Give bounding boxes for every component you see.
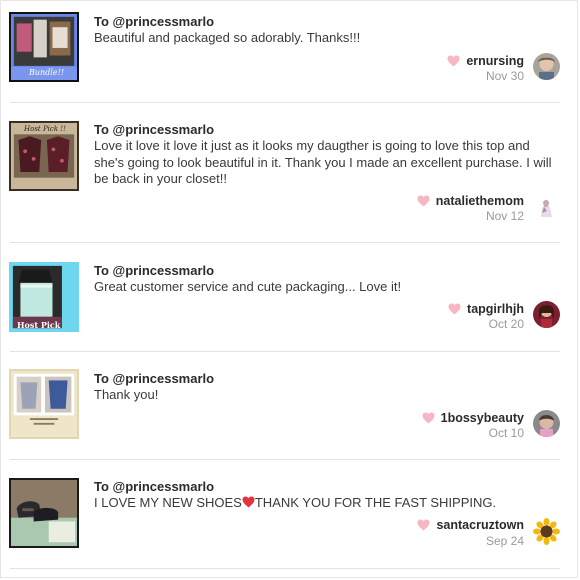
review-date: Nov 12 <box>485 209 524 223</box>
reviewer-line: tapgirlhjh <box>448 301 524 317</box>
listing-image <box>11 371 77 437</box>
review-comment-part: I LOVE MY NEW SHOES <box>94 495 242 510</box>
heart-icon <box>422 412 435 424</box>
reviewer-username[interactable]: ernursing <box>466 54 524 68</box>
red-heart-emoji-icon <box>242 496 255 508</box>
thumbnail-caption: Bundle!! <box>29 68 65 77</box>
reviewer-username[interactable]: tapgirlhjh <box>467 302 524 316</box>
heart-icon <box>417 519 430 531</box>
review-comment: Beautiful and packaged so adorably. Than… <box>94 30 361 45</box>
reviewer-username[interactable]: santacruztown <box>436 518 524 532</box>
reviewer-line: nataliethemom <box>417 193 524 209</box>
reviewer-line: ernursing <box>447 53 524 69</box>
thumbnail-caption: Host Pick !! <box>24 125 66 133</box>
reviewer-username[interactable]: nataliethemom <box>436 194 524 208</box>
review-comment: I LOVE MY NEW SHOES THANK YOU FOR THE FAS… <box>94 495 562 512</box>
reviewer-avatar[interactable] <box>533 301 560 328</box>
heart-icon <box>417 195 430 207</box>
divider <box>10 242 560 243</box>
reviewer-line: 1bossybeauty <box>422 410 524 426</box>
listing-thumbnail[interactable]: Host Pick <box>9 262 79 332</box>
divider <box>10 102 560 103</box>
divider <box>10 459 560 460</box>
review-date: Nov 30 <box>485 69 524 83</box>
listing-thumbnail[interactable] <box>9 478 79 548</box>
reviewer-avatar[interactable] <box>533 53 560 80</box>
listing-thumbnail[interactable] <box>9 369 79 439</box>
review-comment: Great customer service and cute packagin… <box>94 279 402 294</box>
reviewer-avatar[interactable] <box>533 518 560 545</box>
avatar-image <box>533 410 560 437</box>
listing-image <box>11 480 77 546</box>
reviewer-line: santacruztown <box>417 517 524 533</box>
review-date: Oct 10 <box>488 426 524 440</box>
heart-icon <box>448 303 461 315</box>
divider <box>10 568 560 569</box>
recipient-line[interactable]: To @princessmarlo <box>94 263 214 278</box>
avatar-image <box>533 53 560 80</box>
heart-icon <box>447 55 460 67</box>
thumbnail-caption: Host Pick <box>17 320 61 330</box>
listing-thumbnail[interactable]: Bundle!! <box>9 12 79 82</box>
sunflower-avatar-icon <box>533 518 560 545</box>
recipient-line[interactable]: To @princessmarlo <box>94 479 214 494</box>
reviewer-avatar[interactable] <box>533 410 560 437</box>
review-comment: Love it love it love it just as it looks… <box>94 138 552 186</box>
recipient-line[interactable]: To @princessmarlo <box>94 122 214 137</box>
avatar-image <box>533 193 560 220</box>
avatar-image <box>533 301 560 328</box>
review-comment-part: THANK YOU FOR THE FAST SHIPPING. <box>254 495 497 510</box>
review-comment: Thank you! <box>94 387 159 402</box>
review-date: Oct 20 <box>488 317 524 331</box>
reviewer-avatar[interactable] <box>533 193 560 220</box>
review-date: Sep 24 <box>485 534 524 548</box>
recipient-line[interactable]: To @princessmarlo <box>94 371 214 386</box>
reviewer-username[interactable]: 1bossybeauty <box>441 411 524 425</box>
listing-thumbnail[interactable]: Host Pick !! <box>9 121 79 191</box>
recipient-line[interactable]: To @princessmarlo <box>94 14 214 29</box>
divider <box>10 351 560 352</box>
